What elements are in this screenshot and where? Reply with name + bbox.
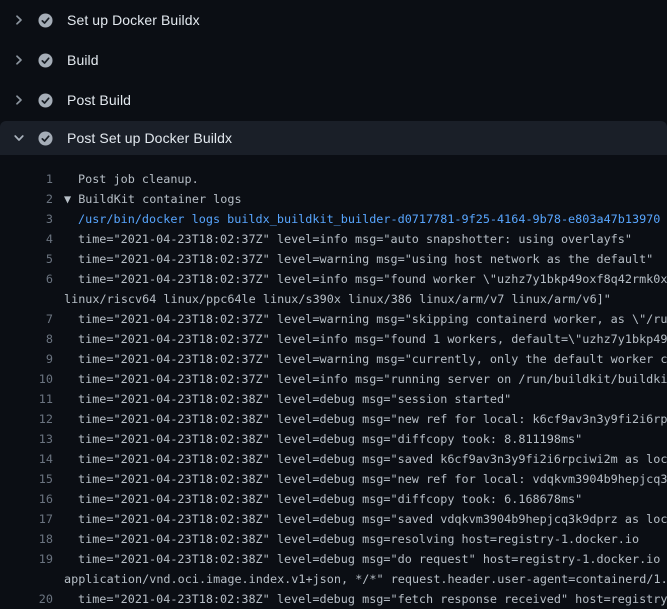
log-text: time="2021-04-23T18:02:38Z" level=debug … xyxy=(53,449,667,469)
log-text: time="2021-04-23T18:02:37Z" level=warnin… xyxy=(53,349,667,369)
line-number[interactable]: 16 xyxy=(0,489,53,509)
log-text: time="2021-04-23T18:02:38Z" level=debug … xyxy=(53,549,667,569)
step-label: Build xyxy=(67,52,99,68)
log-command-text: /usr/bin/docker logs buildx_buildkit_bui… xyxy=(53,209,660,229)
log-row: 10time="2021-04-23T18:02:37Z" level=info… xyxy=(0,369,667,389)
log-row: 18time="2021-04-23T18:02:38Z" level=debu… xyxy=(0,529,667,549)
line-number[interactable]: 3 xyxy=(0,209,53,229)
log-text: time="2021-04-23T18:02:37Z" level=info m… xyxy=(53,369,667,389)
line-number xyxy=(0,289,53,309)
log-text: time="2021-04-23T18:02:37Z" level=warnin… xyxy=(53,249,653,269)
line-number[interactable]: 9 xyxy=(0,349,53,369)
chevron-right-icon xyxy=(11,52,27,68)
log-row: 1Post job cleanup. xyxy=(0,169,667,189)
log-text: Post job cleanup. xyxy=(53,169,199,189)
log-group-toggle[interactable]: ▼ BuildKit container logs xyxy=(53,189,242,209)
check-circle-icon xyxy=(38,131,53,146)
log-viewer: 1Post job cleanup.2▼ BuildKit container … xyxy=(0,155,667,609)
line-number xyxy=(0,569,53,589)
log-text: time="2021-04-23T18:02:38Z" level=debug … xyxy=(53,589,667,609)
log-row: 9time="2021-04-23T18:02:37Z" level=warni… xyxy=(0,349,667,369)
log-text: time="2021-04-23T18:02:37Z" level=info m… xyxy=(53,329,667,349)
log-row: 7time="2021-04-23T18:02:37Z" level=warni… xyxy=(0,309,667,329)
line-number[interactable]: 20 xyxy=(0,589,53,609)
log-row: 6time="2021-04-23T18:02:37Z" level=info … xyxy=(0,269,667,289)
log-text: time="2021-04-23T18:02:38Z" level=debug … xyxy=(53,529,639,549)
line-number[interactable]: 18 xyxy=(0,529,53,549)
line-number[interactable]: 11 xyxy=(0,389,53,409)
log-row: 20time="2021-04-23T18:02:38Z" level=debu… xyxy=(0,589,667,609)
line-number[interactable]: 2 xyxy=(0,189,53,209)
log-row: 14time="2021-04-23T18:02:38Z" level=debu… xyxy=(0,449,667,469)
log-text: time="2021-04-23T18:02:38Z" level=debug … xyxy=(53,429,582,449)
log-text: time="2021-04-23T18:02:38Z" level=debug … xyxy=(53,389,511,409)
log-row: 15time="2021-04-23T18:02:38Z" level=debu… xyxy=(0,469,667,489)
chevron-right-icon xyxy=(11,92,27,108)
log-rows: 1Post job cleanup.2▼ BuildKit container … xyxy=(0,169,667,609)
log-text: time="2021-04-23T18:02:37Z" level=info m… xyxy=(53,269,667,289)
step-label: Post Build xyxy=(67,92,131,108)
line-number[interactable]: 13 xyxy=(0,429,53,449)
check-circle-icon xyxy=(38,53,53,68)
step-row-build[interactable]: Build xyxy=(0,40,667,80)
line-number[interactable]: 12 xyxy=(0,409,53,429)
log-row: linux/riscv64 linux/ppc64le linux/s390x … xyxy=(0,289,667,309)
line-number[interactable]: 7 xyxy=(0,309,53,329)
log-text: time="2021-04-23T18:02:37Z" level=warnin… xyxy=(53,309,667,329)
line-number[interactable]: 14 xyxy=(0,449,53,469)
line-number[interactable]: 10 xyxy=(0,369,53,389)
log-row: 13time="2021-04-23T18:02:38Z" level=debu… xyxy=(0,429,667,449)
log-text: time="2021-04-23T18:02:37Z" level=info m… xyxy=(53,229,632,249)
line-number[interactable]: 15 xyxy=(0,469,53,489)
log-row: 11time="2021-04-23T18:02:38Z" level=debu… xyxy=(0,389,667,409)
check-circle-icon xyxy=(38,13,53,28)
log-text: time="2021-04-23T18:02:38Z" level=debug … xyxy=(53,469,667,489)
log-row: 16time="2021-04-23T18:02:38Z" level=debu… xyxy=(0,489,667,509)
log-text: linux/riscv64 linux/ppc64le linux/s390x … xyxy=(53,289,611,309)
step-label: Set up Docker Buildx xyxy=(67,12,200,28)
line-number[interactable]: 8 xyxy=(0,329,53,349)
log-row: 3/usr/bin/docker logs buildx_buildkit_bu… xyxy=(0,209,667,229)
log-row: 2▼ BuildKit container logs xyxy=(0,189,667,209)
log-row: 4time="2021-04-23T18:02:37Z" level=info … xyxy=(0,229,667,249)
step-label: Post Set up Docker Buildx xyxy=(67,130,232,146)
line-number[interactable]: 6 xyxy=(0,269,53,289)
line-number[interactable]: 5 xyxy=(0,249,53,269)
log-row: 8time="2021-04-23T18:02:37Z" level=info … xyxy=(0,329,667,349)
step-row-set-up-docker-buildx[interactable]: Set up Docker Buildx xyxy=(0,0,667,40)
line-number[interactable]: 17 xyxy=(0,509,53,529)
step-list: Set up Docker Buildx Build Post Build Po… xyxy=(0,0,667,155)
log-text: application/vnd.oci.image.index.v1+json,… xyxy=(53,569,667,589)
chevron-right-icon xyxy=(11,12,27,28)
chevron-down-icon xyxy=(11,130,27,146)
check-circle-icon xyxy=(38,93,53,108)
step-row-post-set-up-docker-buildx[interactable]: Post Set up Docker Buildx xyxy=(0,121,667,155)
log-row: 12time="2021-04-23T18:02:38Z" level=debu… xyxy=(0,409,667,429)
log-row: application/vnd.oci.image.index.v1+json,… xyxy=(0,569,667,589)
log-row: 19time="2021-04-23T18:02:38Z" level=debu… xyxy=(0,549,667,569)
line-number[interactable]: 4 xyxy=(0,229,53,249)
log-text: time="2021-04-23T18:02:38Z" level=debug … xyxy=(53,509,667,529)
log-row: 5time="2021-04-23T18:02:37Z" level=warni… xyxy=(0,249,667,269)
step-row-post-build[interactable]: Post Build xyxy=(0,80,667,120)
log-row: 17time="2021-04-23T18:02:38Z" level=debu… xyxy=(0,509,667,529)
log-text: time="2021-04-23T18:02:38Z" level=debug … xyxy=(53,409,667,429)
log-text: time="2021-04-23T18:02:38Z" level=debug … xyxy=(53,489,582,509)
line-number[interactable]: 19 xyxy=(0,549,53,569)
line-number[interactable]: 1 xyxy=(0,169,53,189)
